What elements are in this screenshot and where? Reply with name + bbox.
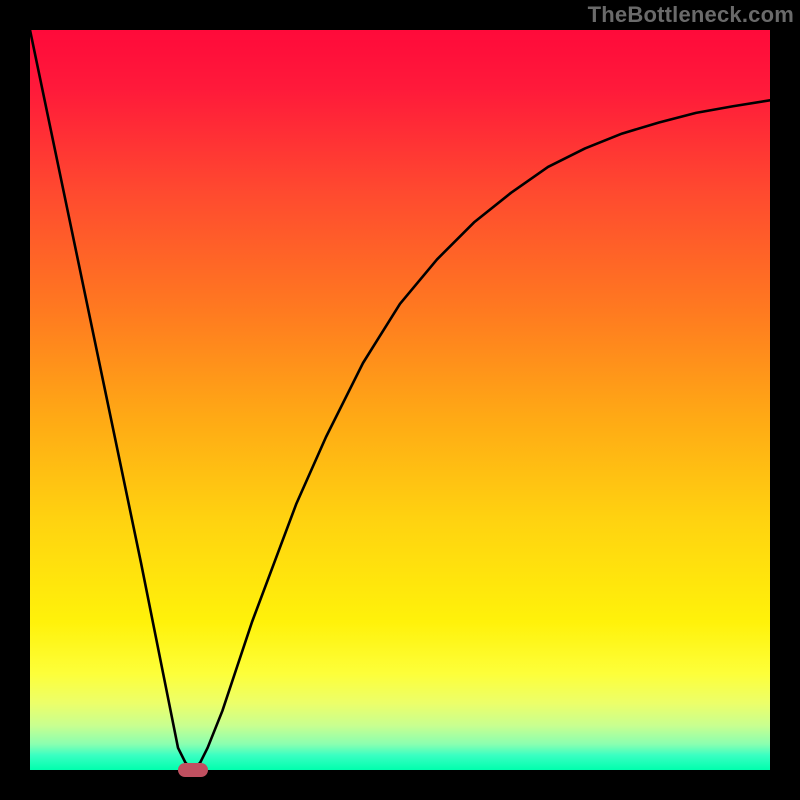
attribution-label: TheBottleneck.com <box>588 2 794 28</box>
chart-frame: TheBottleneck.com <box>0 0 800 800</box>
chart-marker <box>178 763 208 777</box>
chart-curve-svg <box>30 30 770 770</box>
chart-curve <box>30 30 770 770</box>
chart-plot-area <box>30 30 770 770</box>
